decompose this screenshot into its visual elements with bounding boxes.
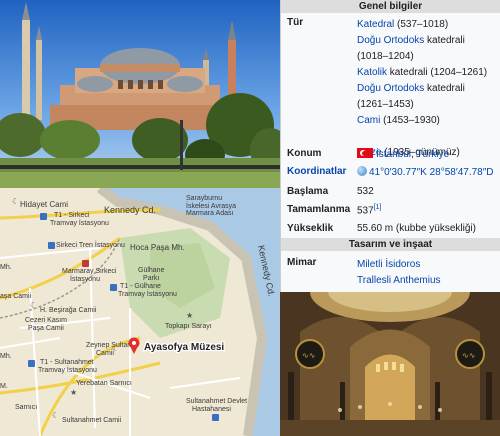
reference-link[interactable]: [1]: [374, 204, 382, 211]
type-link[interactable]: Katolik: [357, 67, 387, 78]
coordinates-label[interactable]: Koordinatlar: [287, 166, 346, 177]
svg-text:∿∿: ∿∿: [462, 351, 475, 360]
type-line: (1018–1204): [357, 51, 414, 62]
map-label-pasa-camii: Paşa Camii: [28, 325, 64, 332]
type-line: Doğu Ortodoks katedrali: [357, 83, 465, 94]
interior-photo-drawing: ∿∿ ∿∿: [280, 292, 500, 436]
map-label-iskelesi: İskelesi Avrasya: [186, 201, 236, 210]
map-label-topkapi: Topkapı Sarayı: [165, 323, 212, 330]
landmark-star-icon: ★: [70, 388, 77, 397]
globe-icon: [357, 166, 367, 176]
map-label-t1-sultan: T1 - Sultanahmet: [40, 359, 94, 366]
map-label-mh: Mh.: [0, 264, 12, 271]
location-label: Konum: [287, 148, 322, 159]
map-label-zeynep: Zeynep Sultan: [86, 342, 131, 349]
type-line: Cami (1453–1930): [357, 115, 440, 126]
end-value: 537: [357, 205, 374, 217]
type-label: Tür: [287, 17, 304, 28]
type-line: [357, 129, 496, 145]
map-label-sirkeci-tren: Sirkeci Tren İstasyonu: [56, 240, 125, 249]
hospital-icon: [212, 414, 219, 421]
map-label-kennedy: Kennedy Cd.: [104, 205, 156, 215]
location-country-link[interactable]: Türkiye: [416, 149, 449, 160]
type-link[interactable]: Katedral: [357, 19, 394, 30]
landmark-star-icon: ★: [186, 311, 193, 320]
map-label-tramvay-2: Tramvay İstasyonu: [118, 289, 177, 298]
exterior-photo-drawing: [0, 0, 280, 188]
wiki-infobox: Genel bilgiler Tür Katedral (537–1018) D…: [280, 0, 500, 292]
coordinates-link[interactable]: 41°0′30.77″K 28°58′47.78″D: [369, 167, 493, 178]
type-line: (1261–1453): [357, 99, 414, 110]
type-line: Katolik katedrali (1204–1261): [357, 67, 488, 78]
hagia-sophia-exterior-photo: [0, 0, 280, 188]
train-station-icon: [48, 242, 55, 249]
tram-stop-icon: [110, 284, 117, 291]
map-label-mh-2: Mh.: [0, 353, 12, 360]
mosque-icon: ☾: [30, 301, 37, 310]
type-link[interactable]: Doğu Ortodoks: [357, 35, 424, 46]
map-label-hastahanesi: Hastahanesi: [192, 406, 231, 413]
type-line: Doğu Ortodoks katedrali: [357, 35, 465, 46]
infobox-header-general: Genel bilgiler: [281, 0, 500, 13]
map-label-tramvay-1: Tramvay İstasyonu: [50, 218, 109, 227]
map-label-t1-gulhane: T1 - Gülhane: [120, 283, 161, 290]
map-label-sultanahmet-hast: Sultanahmet Devlet: [186, 398, 247, 405]
map-label-hbesir: H. Beşirağa Camii: [40, 307, 97, 314]
location-map[interactable]: Hidayet Cami Kennedy Cd. Sarayburnu İske…: [0, 188, 280, 436]
map-label-sarnici: Sarnıcı: [15, 404, 37, 411]
map-label-marmaray-2: İstasyonu: [70, 274, 100, 283]
location-city-link[interactable]: İstanbul: [376, 149, 411, 160]
marmaray-icon: [82, 260, 89, 267]
architect-label: Mimar: [287, 257, 317, 268]
map-label-m: M.: [0, 383, 8, 390]
svg-text:∿∿: ∿∿: [302, 351, 315, 360]
mosque-icon: ☾: [52, 411, 59, 420]
map-label-t1-sirkeci: T1 - Sirkeci: [54, 212, 90, 219]
architect-link-1[interactable]: Miletli İsidoros: [357, 259, 420, 270]
map-label-cezeri: Cezeri Kasım: [25, 317, 67, 324]
type-line: Katedral (537–1018): [357, 19, 449, 30]
hagia-sophia-interior-photo: ∿∿ ∿∿: [280, 292, 500, 436]
map-poi-label[interactable]: Ayasofya Müzesi: [143, 341, 226, 355]
map-label-gulhane-2: Parkı: [143, 275, 159, 282]
end-label: Tamamlanma: [287, 204, 351, 215]
height-label: Yükseklik: [287, 223, 334, 234]
type-link[interactable]: Cami: [357, 115, 380, 126]
type-link[interactable]: Doğu Ortodoks: [357, 83, 424, 94]
map-drawing: Hidayet Cami Kennedy Cd. Sarayburnu İske…: [0, 188, 280, 436]
tram-stop-icon: [28, 360, 35, 367]
map-label-marmaray: Marmaray Sirkeci: [62, 268, 117, 275]
map-label-hidayet: Hidayet Cami: [20, 200, 68, 209]
map-label-sarayburnu: Sarayburnu: [186, 195, 222, 202]
map-label-marmara: Marmara Adası: [186, 210, 234, 217]
type-values: Katedral (537–1018) Doğu Ortodoks katedr…: [357, 17, 496, 161]
turkey-flag-icon: [357, 148, 373, 158]
map-label-tramvay-3: Tramvay İstasyonu: [38, 365, 97, 374]
map-label-gulhane: Gülhane: [138, 267, 165, 274]
map-label-yerebatan: Yerebatan Sarnıcı: [76, 380, 132, 387]
start-value: 532: [357, 186, 374, 197]
tram-stop-icon: [40, 213, 47, 220]
map-label-sultanahmet-camii: Sultanahmet Camii: [62, 417, 122, 424]
mosque-icon: ☾: [112, 344, 119, 353]
map-label-hocapasa: Hoca Paşa Mh.: [130, 243, 185, 252]
start-label: Başlama: [287, 186, 329, 197]
infobox-header-design: Tasarım ve inşaat: [281, 238, 500, 251]
height-value: 55.60 m (kubbe yüksekliği): [357, 223, 476, 234]
map-label-pasa: aşa Camii: [0, 293, 32, 300]
mosque-icon: ☾: [12, 197, 19, 206]
architect-link-2[interactable]: Trallesli Anthemius: [357, 275, 441, 286]
